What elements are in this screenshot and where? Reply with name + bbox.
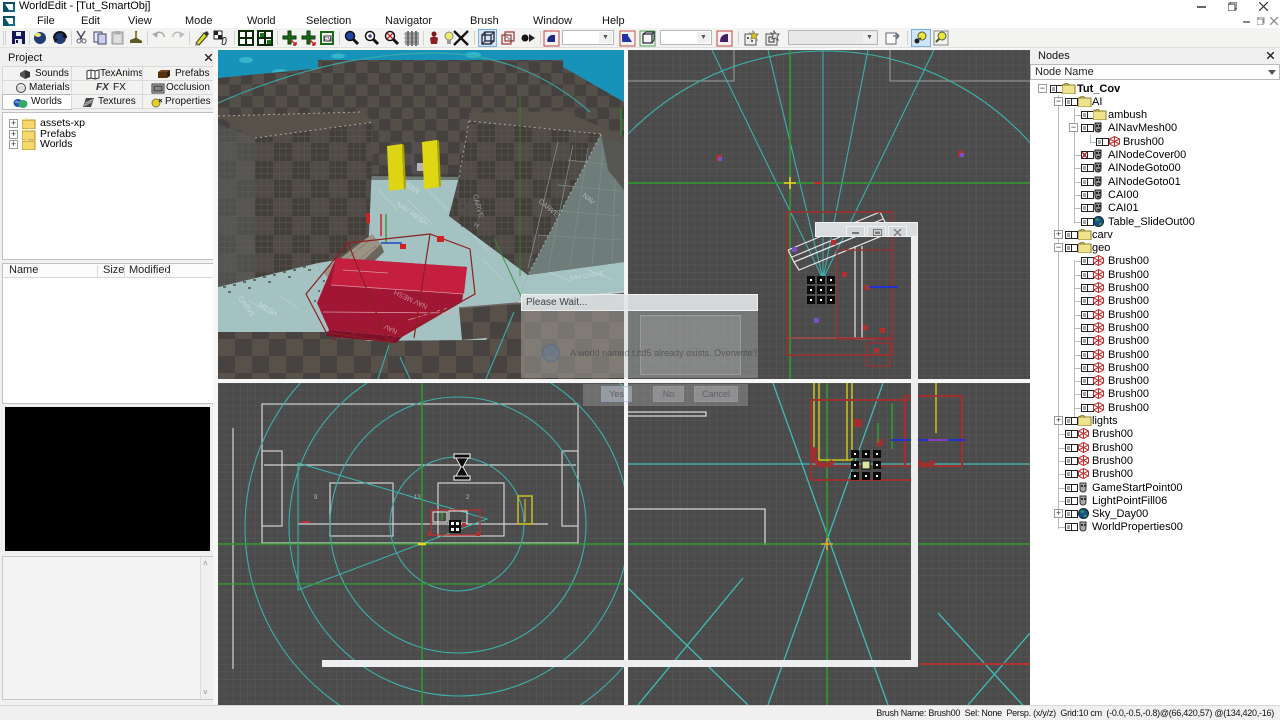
svg-text:EN: EN	[324, 37, 331, 43]
